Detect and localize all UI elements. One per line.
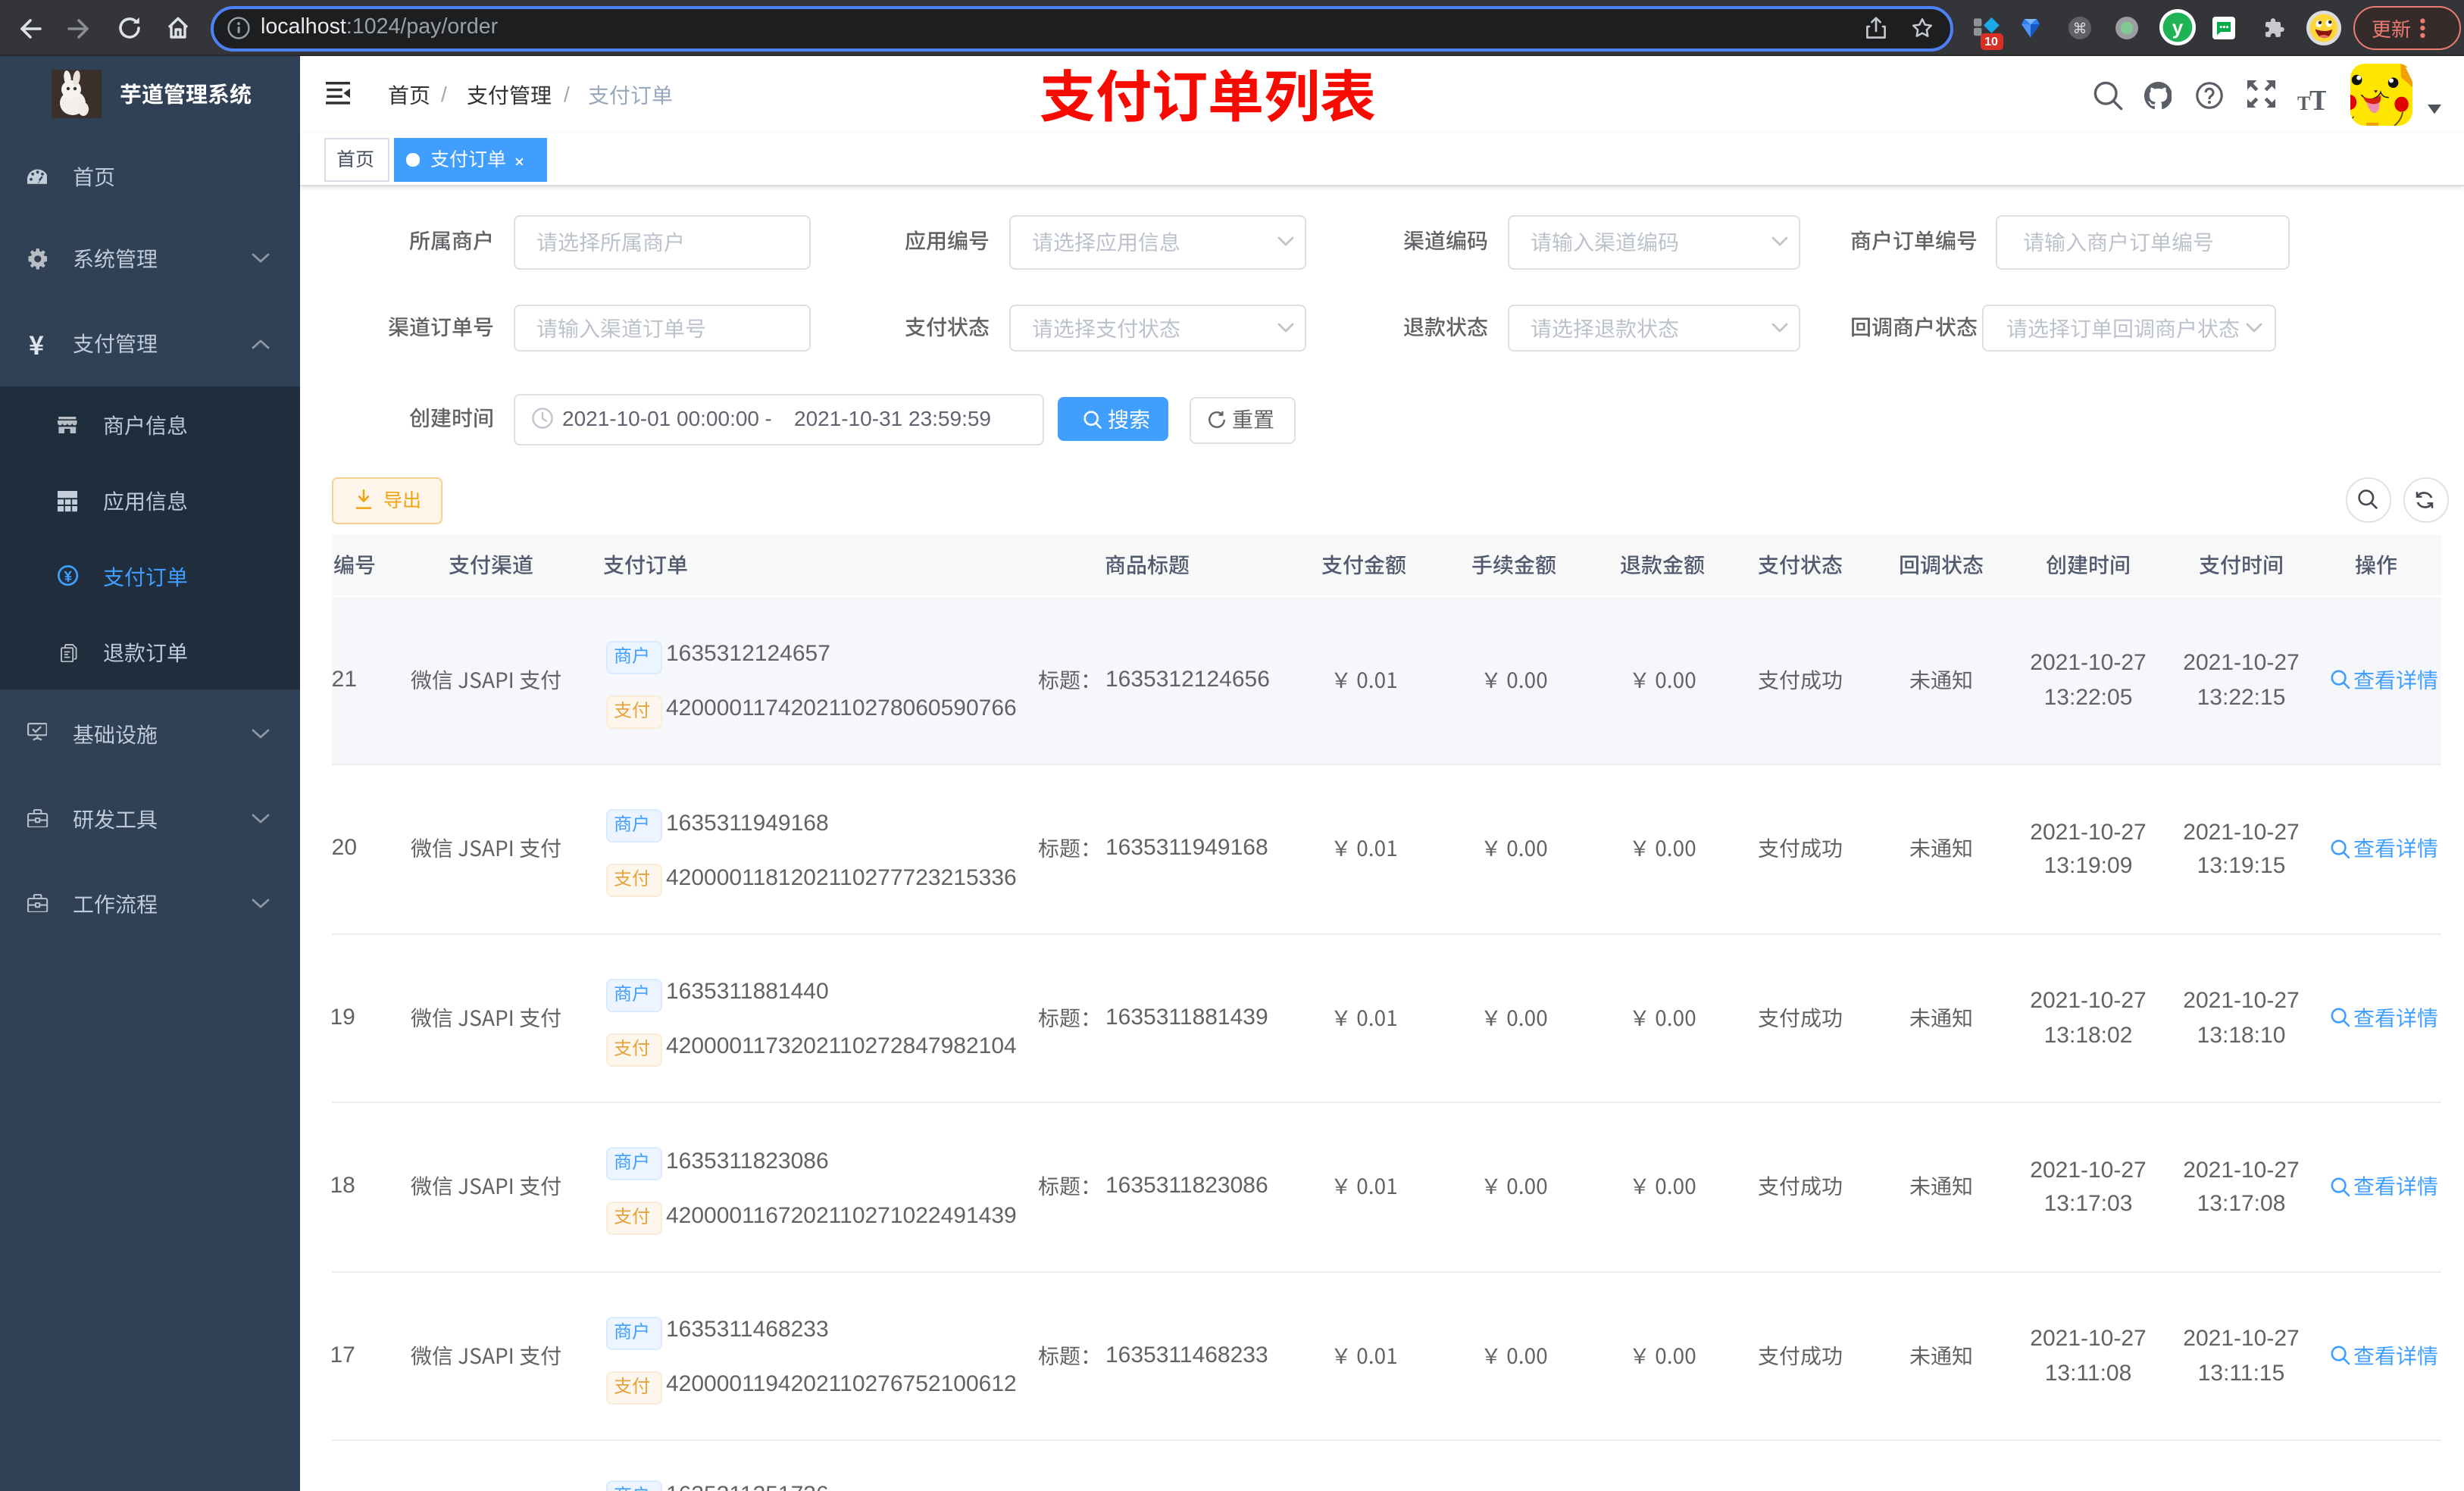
svg-text:⌘: ⌘ xyxy=(2072,21,2087,37)
svg-text:T: T xyxy=(2297,92,2310,110)
svg-text:y: y xyxy=(2172,16,2183,39)
svg-text:T: T xyxy=(2309,86,2326,110)
